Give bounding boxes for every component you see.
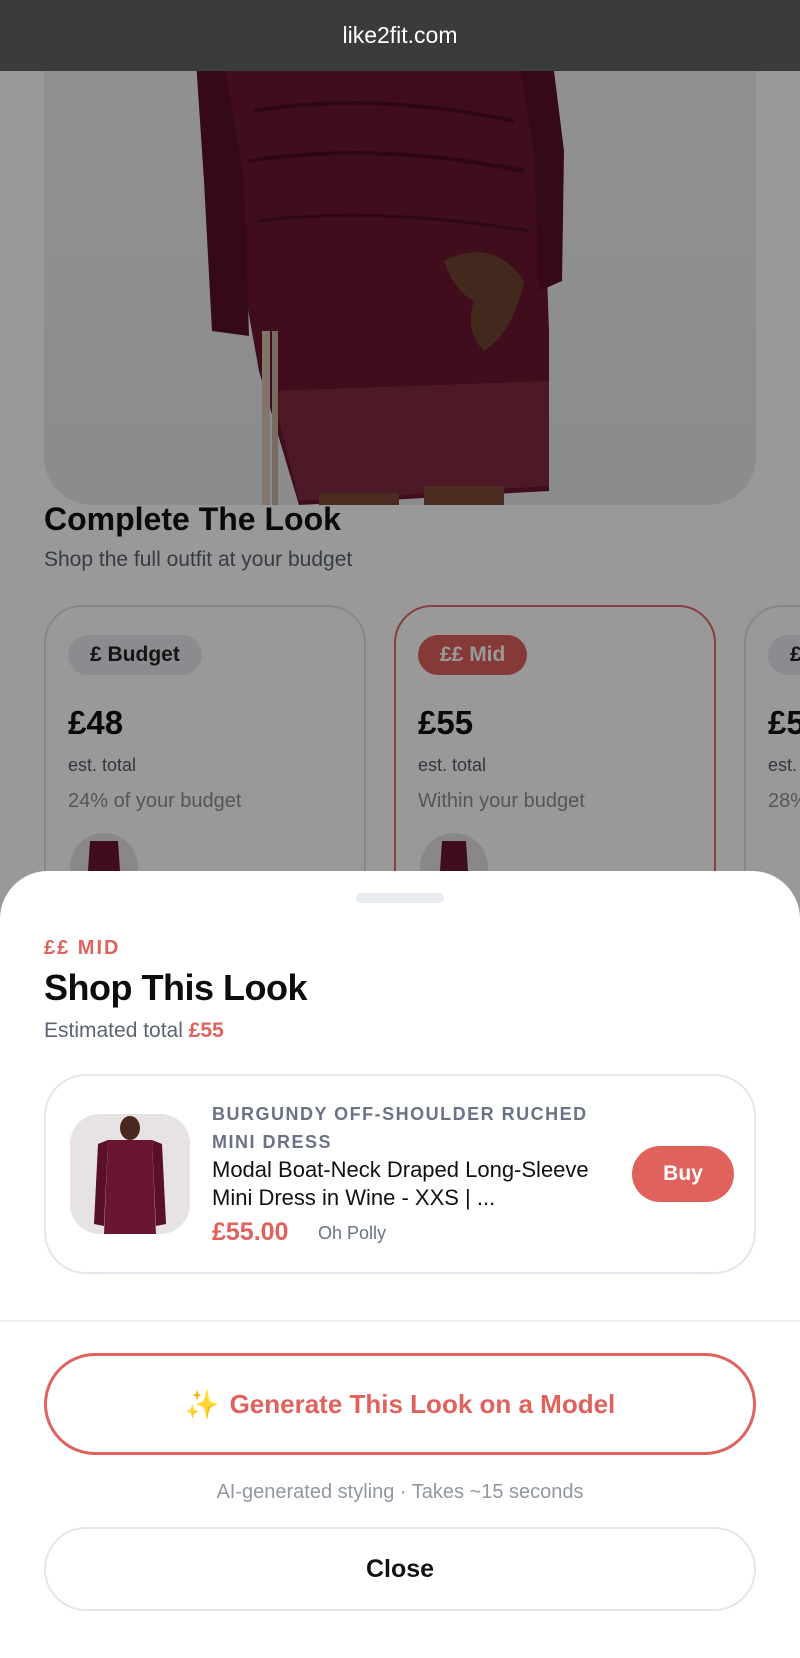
sheet-drag-handle[interactable]: [356, 893, 444, 903]
generate-note: AI-generated styling · Takes ~15 seconds: [216, 1481, 584, 1503]
product-price: £55.00: [212, 1218, 289, 1246]
product-card[interactable]: BURGUNDY OFF-SHOULDER RUCHED MINI DRESS …: [44, 1074, 756, 1274]
product-image: [70, 1114, 190, 1234]
sheet-tier-label: ££ MID: [44, 937, 121, 959]
estimated-total: Estimated total £55: [44, 1019, 224, 1043]
sheet-title: Shop This Look: [44, 967, 307, 1008]
sparkles-icon: ✨: [184, 1388, 220, 1420]
url-text: like2fit.com: [342, 22, 458, 48]
product-name[interactable]: Modal Boat-Neck Draped Long-Sleeve Mini …: [212, 1156, 602, 1212]
generate-look-label: Generate This Look on a Model: [229, 1388, 616, 1419]
buy-button[interactable]: Buy: [632, 1146, 734, 1202]
estimated-total-label: Estimated total: [44, 1019, 183, 1042]
close-button[interactable]: Close: [44, 1527, 756, 1611]
divider: [0, 1320, 800, 1322]
browser-url-bar[interactable]: like2fit.com: [0, 0, 800, 71]
generate-look-button[interactable]: ✨ Generate This Look on a Model: [44, 1353, 756, 1455]
shop-this-look-sheet: ££ MID Shop This Look Estimated total £5…: [0, 871, 800, 1658]
estimated-total-amount: £55: [188, 1019, 224, 1042]
product-brand: Oh Polly: [318, 1223, 387, 1243]
product-category: BURGUNDY OFF-SHOULDER RUCHED MINI DRESS: [212, 1104, 588, 1152]
